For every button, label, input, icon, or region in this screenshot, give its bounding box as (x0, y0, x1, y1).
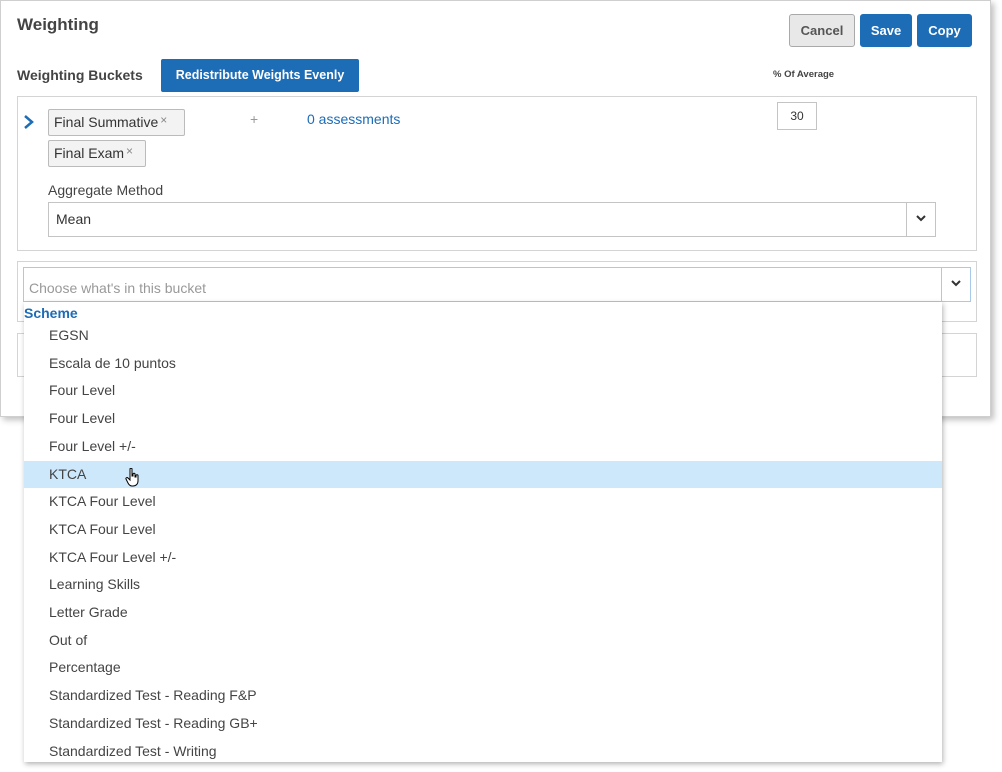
dropdown-option[interactable]: Out of (24, 627, 942, 654)
aggregate-method-label: Aggregate Method (48, 182, 164, 198)
dropdown-option[interactable]: Escala de 10 puntos (24, 350, 942, 377)
dropdown-option[interactable]: KTCA (24, 460, 942, 488)
tag-label: Final Exam (54, 145, 125, 161)
weighting-buckets-heading: Weighting Buckets (17, 67, 143, 83)
dropdown-option[interactable]: EGSN (24, 322, 942, 349)
dropdown-option[interactable]: Percentage (24, 654, 942, 681)
dropdown-option[interactable]: KTCA Four Level (24, 488, 942, 515)
bucket-content-select[interactable]: Choose what's in this bucket (23, 267, 971, 302)
dropdown-option[interactable]: Four Level (24, 377, 942, 404)
remove-tag-icon[interactable]: × (160, 113, 167, 127)
dropdown-option[interactable]: Standardized Test - Writing (24, 738, 942, 763)
hand-cursor-icon (125, 468, 139, 487)
cancel-button[interactable]: Cancel (789, 14, 855, 47)
redistribute-weights-button[interactable]: Redistribute Weights Evenly (161, 59, 359, 92)
plus-icon: + (250, 111, 259, 127)
dropdown-option[interactable]: KTCA Four Level (24, 516, 942, 543)
aggregate-method-value: Mean (56, 211, 92, 227)
dropdown-group-label: Scheme (24, 305, 78, 321)
aggregate-method-select[interactable]: Mean (48, 202, 936, 237)
bucket-content-placeholder: Choose what's in this bucket (29, 280, 206, 296)
page-title: Weighting (17, 15, 99, 34)
dropdown-option[interactable]: KTCA Four Level +/- (24, 544, 942, 571)
select-toggle[interactable] (906, 203, 935, 236)
dropdown-option[interactable]: Four Level +/- (24, 433, 942, 460)
assessments-link[interactable]: 0 assessments (307, 111, 400, 127)
percent-of-average-header: % Of Average (773, 69, 835, 80)
save-button[interactable]: Save (860, 14, 912, 47)
bucket-tag: Final Exam × (48, 140, 146, 167)
remove-tag-icon[interactable]: × (126, 144, 133, 158)
dropdown-option[interactable]: Standardized Test - Reading F&P (24, 682, 942, 709)
chevron-down-icon (951, 280, 961, 287)
dropdown-option[interactable]: Four Level (24, 405, 942, 432)
dropdown-option[interactable]: Learning Skills (24, 571, 942, 598)
select-toggle[interactable] (941, 268, 970, 301)
tag-label: Final Summative (54, 114, 159, 130)
dropdown-option[interactable]: Standardized Test - Reading GB+ (24, 710, 942, 737)
copy-button[interactable]: Copy (917, 14, 972, 47)
dropdown-option[interactable]: Letter Grade (24, 599, 942, 626)
scheme-dropdown: Scheme EGSN Escala de 10 puntos Four Level… (24, 302, 942, 762)
chevron-right-icon[interactable] (22, 114, 36, 130)
bucket-tag: Final Summative × (48, 109, 185, 136)
chevron-down-icon (916, 215, 926, 222)
percent-input[interactable]: 30 (777, 102, 817, 130)
